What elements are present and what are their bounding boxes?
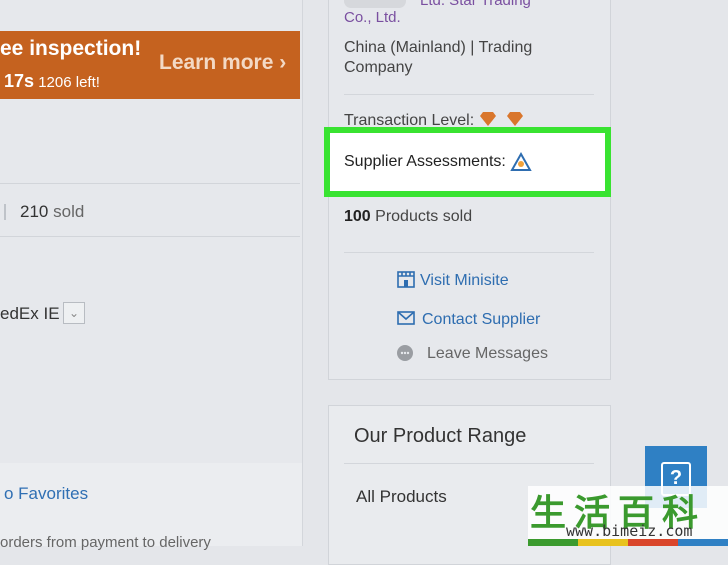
order-protection-text: orders from payment to delivery (0, 534, 211, 551)
watermark-bar-red (628, 539, 678, 546)
products-sold-count: 100 (344, 208, 371, 225)
company-name-line1[interactable]: Ltd. Star Trading (344, 0, 531, 9)
all-products-link[interactable]: All Products (356, 487, 447, 507)
add-to-favorites-link[interactable]: o Favorites (4, 484, 88, 504)
contact-supplier-link[interactable]: Contact Supplier (422, 311, 540, 329)
product-range-title: Our Product Range (354, 425, 527, 447)
chevron-down-icon: ⌄ (68, 306, 80, 320)
supplier-assessments-label: Supplier Assessments: (344, 153, 506, 170)
sold-number: 210 (20, 202, 49, 221)
diamond-icon (480, 112, 496, 126)
watermark-bar-yellow (578, 539, 628, 546)
promo-banner[interactable]: ee inspection! 17s 1206 left! Learn more… (0, 31, 300, 99)
products-sold-label: Products sold (375, 208, 473, 225)
assessment-badge-icon[interactable] (510, 151, 532, 173)
envelope-icon (397, 311, 415, 325)
chat-bubble-icon (397, 345, 413, 361)
shipping-method-value: edEx IE (0, 304, 60, 323)
range-divider (344, 463, 594, 464)
medal-badge-icon (344, 0, 406, 9)
divider (0, 183, 300, 184)
column-divider (302, 0, 303, 546)
promo-timer: 17s 1206 left! (4, 71, 100, 92)
timer-remaining: 1206 left! (38, 74, 100, 91)
sold-label: sold (53, 202, 85, 221)
shipping-dropdown[interactable]: ⌄ (63, 302, 85, 324)
divider (0, 236, 300, 237)
learn-more-link[interactable]: Learn more › (159, 51, 286, 75)
products-sold: 100 Products sold (344, 208, 472, 226)
supplier-location: China (Mainland) | Trading Company (344, 39, 533, 76)
watermark-bar-green (528, 539, 578, 546)
card-divider (344, 94, 594, 95)
watermark-url: www.bimeiz.com (566, 522, 693, 540)
company-name-text: Ltd. Star Trading (420, 0, 531, 9)
card-divider (344, 252, 594, 253)
sold-count: 210 sold (20, 202, 84, 222)
watermark-bar-blue (678, 539, 728, 546)
diamond-icon (507, 112, 523, 126)
promo-title: ee inspection! (0, 37, 142, 60)
leave-messages-link[interactable]: Leave Messages (427, 345, 548, 363)
visit-minisite-link[interactable]: Visit Minisite (420, 272, 509, 290)
timer-seconds: 17s (4, 71, 35, 91)
storefront-icon (397, 271, 415, 288)
company-name-line2[interactable]: Co., Ltd. (344, 9, 401, 26)
separator-pipe (4, 204, 6, 220)
